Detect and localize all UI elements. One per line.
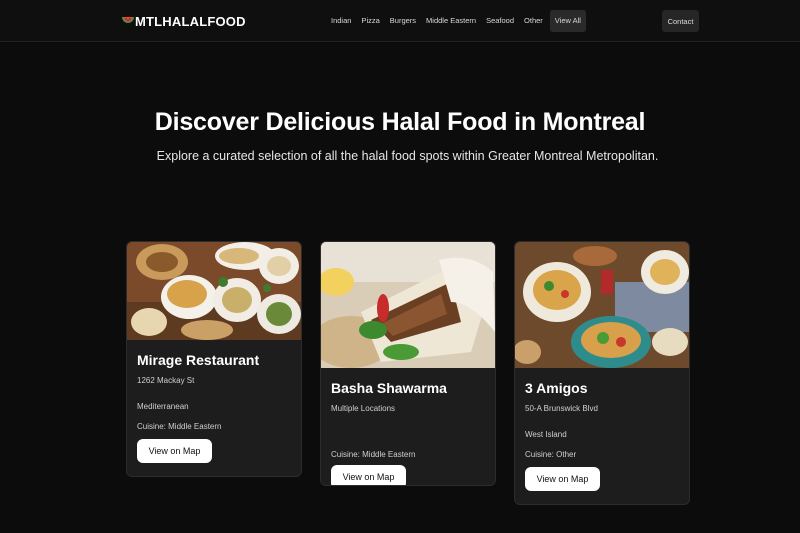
top-navbar: MTLHALALFOOD Indian Pizza Burgers Middle… [0, 0, 800, 42]
nav-seafood[interactable]: Seafood [481, 10, 519, 32]
brand-name: MTLHALALFOOD [135, 13, 246, 29]
restaurant-area: Mediterranean [137, 402, 189, 411]
brand-logo[interactable]: MTLHALALFOOD [121, 13, 246, 29]
restaurant-address: 1262 Mackay St [137, 376, 195, 385]
nav-middle-eastern[interactable]: Middle Eastern [421, 10, 481, 32]
restaurant-name: 3 Amigos [525, 380, 588, 396]
restaurant-cuisine: Cuisine: Middle Eastern [331, 450, 416, 459]
view-on-map-button[interactable]: View on Map [137, 439, 212, 463]
watermelon-icon [122, 17, 134, 23]
restaurant-card: 3 Amigos 50-A Brunswick Blvd West Island… [514, 241, 690, 505]
restaurant-cuisine: Cuisine: Other [525, 450, 577, 459]
contact-button[interactable]: Contact [662, 10, 699, 32]
restaurant-photo [515, 242, 689, 368]
restaurant-card: Mirage Restaurant 1262 Mackay St Mediter… [126, 241, 302, 477]
view-on-map-button[interactable]: View on Map [525, 467, 600, 491]
restaurant-card: Basha Shawarma Multiple Locations Cuisin… [320, 241, 496, 486]
restaurant-area [331, 430, 485, 439]
nav-other[interactable]: Other [519, 10, 548, 32]
category-nav: Indian Pizza Burgers Middle Eastern Seaf… [326, 10, 586, 32]
restaurant-cuisine: Cuisine: Middle Eastern [137, 422, 222, 431]
hero-title: Discover Delicious Halal Food in Montrea… [154, 108, 646, 136]
restaurant-photo [127, 242, 301, 340]
nav-pizza[interactable]: Pizza [356, 10, 384, 32]
restaurant-name: Mirage Restaurant [137, 352, 260, 368]
nav-view-all[interactable]: View All [549, 10, 586, 32]
hero-subtitle: Explore a curated selection of all the h… [156, 149, 659, 163]
restaurant-address: Multiple Locations [331, 404, 396, 413]
nav-indian[interactable]: Indian [326, 10, 356, 32]
restaurant-address: 50-A Brunswick Blvd [525, 404, 598, 413]
nav-burgers[interactable]: Burgers [385, 10, 421, 32]
restaurant-photo [321, 242, 495, 368]
restaurant-name: Basha Shawarma [331, 380, 447, 396]
view-on-map-button[interactable]: View on Map [331, 465, 406, 485]
restaurant-area: West Island [525, 430, 567, 439]
